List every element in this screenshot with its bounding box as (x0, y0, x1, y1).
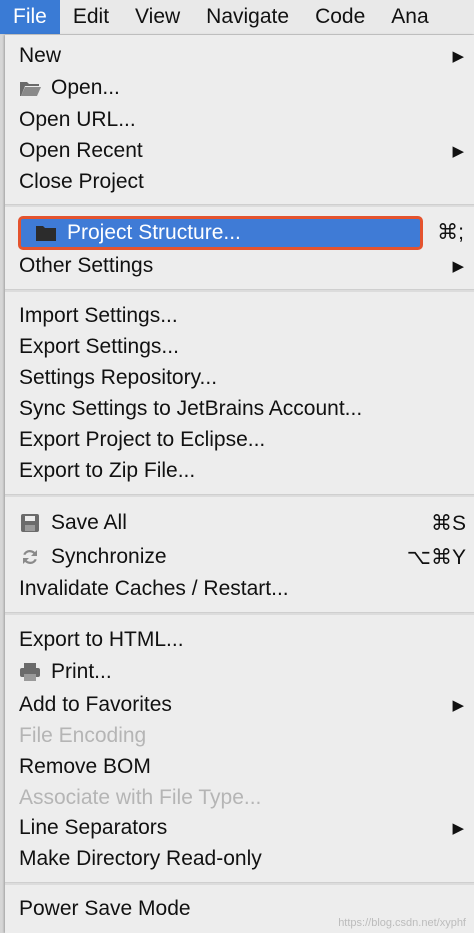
menu-item-associate-file-type: Associate with File Type... (19, 783, 468, 813)
folder-icon (19, 77, 41, 99)
printer-icon (19, 661, 41, 683)
menu-item-label: Remove BOM (19, 755, 151, 778)
menu-item-label: Save All (51, 511, 127, 534)
menu-bar: File Edit View Navigate Code Ana (0, 0, 474, 35)
menubar-file[interactable]: File (0, 0, 60, 34)
menu-item-label: New (19, 44, 62, 67)
menu-item-remove-bom[interactable]: Remove BOM (19, 752, 468, 782)
menu-item-label: Open... (51, 76, 120, 99)
menu-item-label: Export to Zip File... (19, 459, 196, 482)
menu-item-sync-settings[interactable]: Sync Settings to JetBrains Account... (19, 394, 468, 424)
menubar-edit[interactable]: Edit (60, 0, 122, 34)
menu-item-label: Project Structure... (67, 221, 241, 244)
submenu-arrow-icon: ▶ (452, 48, 464, 65)
menu-item-label: File Encoding (19, 724, 147, 747)
menu-item-export-settings[interactable]: Export Settings... (19, 332, 468, 362)
folder-icon (35, 222, 57, 244)
menu-item-save-all[interactable]: Save All ⌘S (19, 508, 468, 538)
menu-separator (5, 204, 474, 207)
submenu-arrow-icon: ▶ (452, 820, 464, 837)
menu-item-settings-repository[interactable]: Settings Repository... (19, 363, 468, 393)
menu-item-export-html[interactable]: Export to HTML... (19, 625, 468, 655)
menu-item-label: Export Settings... (19, 335, 179, 358)
menu-item-label: Associate with File Type... (19, 786, 262, 809)
menu-separator (5, 882, 474, 885)
menu-item-label: Synchronize (51, 545, 167, 568)
menu-separator (5, 289, 474, 292)
menu-item-label: Add to Favorites (19, 693, 172, 716)
menu-item-close-project[interactable]: Close Project (19, 167, 468, 197)
menu-item-label: Power Save Mode (19, 897, 191, 920)
menu-item-new[interactable]: New ▶ (19, 41, 468, 71)
menubar-view[interactable]: View (122, 0, 193, 34)
submenu-arrow-icon: ▶ (452, 258, 464, 275)
menu-item-label: Make Directory Read-only (19, 847, 262, 870)
menu-item-open[interactable]: Open... (19, 73, 468, 103)
menu-item-label: Line Separators (19, 816, 168, 839)
menu-item-label: Export to HTML... (19, 628, 184, 651)
menu-item-import-settings[interactable]: Import Settings... (19, 301, 468, 331)
menu-item-label: Sync Settings to JetBrains Account... (19, 397, 363, 420)
menubar-navigate[interactable]: Navigate (193, 0, 302, 34)
menu-item-label: Settings Repository... (19, 366, 218, 389)
menu-item-label: Close Project (19, 170, 144, 193)
submenu-arrow-icon: ▶ (452, 697, 464, 714)
project-structure-shortcut: ⌘; (437, 221, 464, 244)
watermark: https://blog.csdn.net/xyphf (338, 917, 466, 929)
menu-item-file-encoding: File Encoding (19, 721, 468, 751)
menu-separator (5, 494, 474, 497)
menu-item-label: Open URL... (19, 108, 136, 131)
file-menu: New ▶ Open... Open URL... Open Recent ▶ … (5, 35, 474, 933)
sync-icon (19, 546, 41, 568)
menu-item-label: Export Project to Eclipse... (19, 428, 266, 451)
menu-item-export-zip[interactable]: Export to Zip File... (19, 456, 468, 486)
menu-item-synchronize[interactable]: Synchronize ⌥⌘Y (19, 542, 468, 572)
menu-item-label: Open Recent (19, 139, 143, 162)
menu-separator (5, 612, 474, 615)
menu-item-open-url[interactable]: Open URL... (19, 105, 468, 135)
submenu-arrow-icon: ▶ (452, 143, 464, 160)
menu-item-label: Print... (51, 660, 112, 683)
menu-item-line-separators[interactable]: Line Separators ▶ (19, 813, 468, 843)
menu-item-label: Import Settings... (19, 304, 178, 327)
menu-item-make-readonly[interactable]: Make Directory Read-only (19, 844, 468, 874)
menu-item-other-settings[interactable]: Other Settings ▶ (19, 251, 468, 281)
menubar-code[interactable]: Code (302, 0, 378, 34)
menu-item-add-favorites[interactable]: Add to Favorites ▶ (19, 690, 468, 720)
menu-item-open-recent[interactable]: Open Recent ▶ (19, 136, 468, 166)
synchronize-shortcut: ⌥⌘Y (406, 545, 466, 569)
menu-item-project-structure[interactable]: Project Structure... (18, 216, 423, 250)
menubar-analyze[interactable]: Ana (378, 0, 441, 34)
save-all-shortcut: ⌘S (430, 511, 466, 535)
menu-item-label: Invalidate Caches / Restart... (19, 577, 289, 600)
menu-item-label: Other Settings (19, 254, 154, 277)
menu-item-invalidate-caches[interactable]: Invalidate Caches / Restart... (19, 574, 468, 604)
menu-item-export-eclipse[interactable]: Export Project to Eclipse... (19, 425, 468, 455)
menu-item-print[interactable]: Print... (19, 657, 468, 687)
save-icon (19, 512, 41, 534)
